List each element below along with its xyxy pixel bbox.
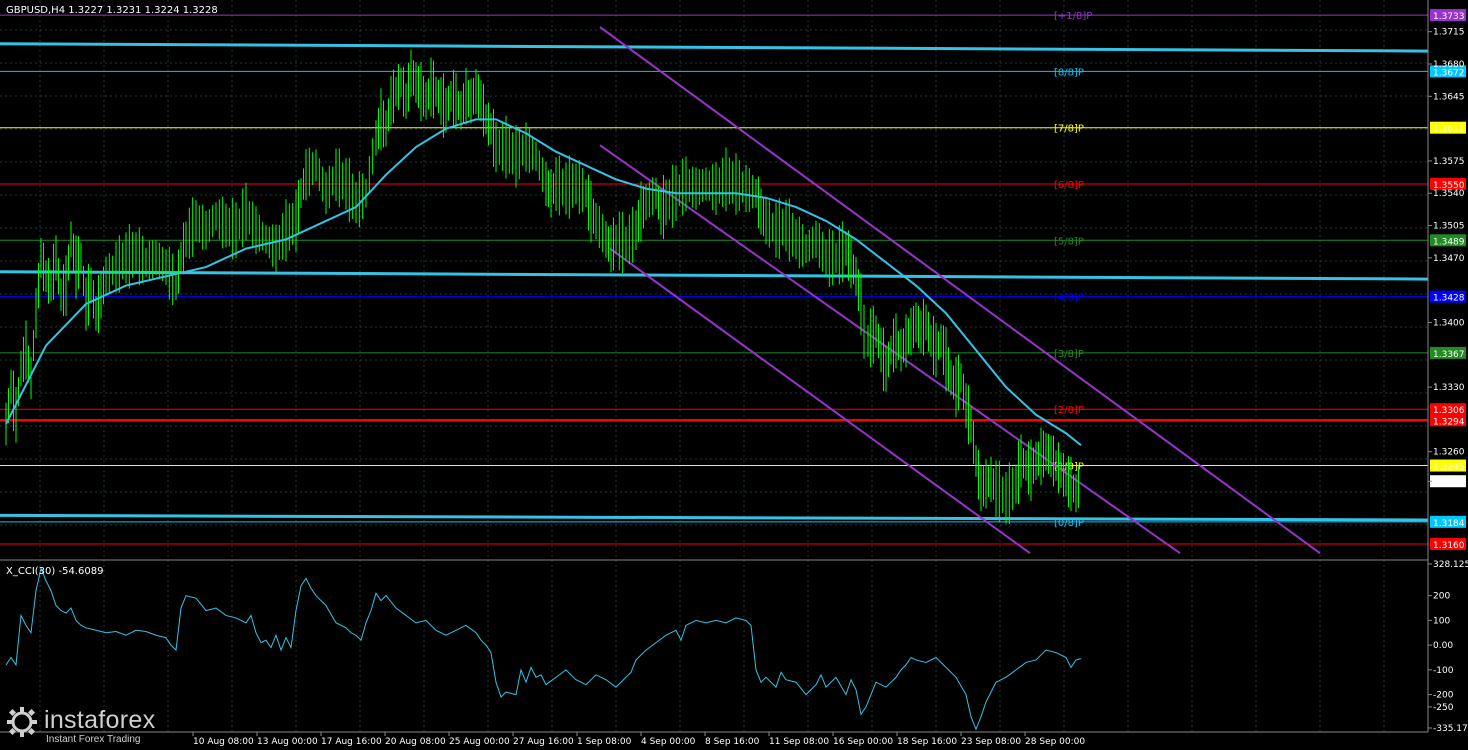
x-tick-label: 8 Sep 16:00	[705, 737, 760, 747]
x-tick-label: 11 Sep 08:00	[769, 737, 829, 747]
logo-tagline: Instant Forex Trading	[46, 734, 141, 745]
y-tick-label: 1.3715	[1433, 28, 1465, 38]
chart-background	[0, 0, 1468, 750]
cci-tick-label: -335.1766	[1433, 724, 1468, 734]
thick-red-tag-text: 1.3294	[1433, 417, 1465, 427]
chart-svg: [+1/8]P 1.3733[8/8]P 1.3672[7/8]P 1.3611[6/…	[0, 0, 1468, 750]
gear-logo-icon	[7, 707, 37, 737]
x-tick-label: 20 Aug 08:00	[385, 737, 446, 747]
y-tick-label: 1.3260	[1433, 448, 1465, 458]
level-tag-text: 1.3160	[1433, 541, 1465, 551]
cci-tick-label: -250	[1433, 703, 1454, 713]
cci-header: X_CCI(30) -54.6089	[6, 566, 103, 577]
cci-tick-label: 0.00	[1433, 641, 1453, 651]
x-tick-label: 27 Aug 16:00	[513, 737, 574, 747]
level-tag-text: 1.3245	[1433, 463, 1465, 473]
x-tick-label: 25 Aug 00:00	[449, 737, 510, 747]
y-tick-label: 1.3540	[1433, 189, 1465, 199]
level-label: [3/8]P	[1054, 349, 1084, 360]
y-tick-label: 1.3575	[1433, 157, 1465, 167]
level-tag-text: 1.3733	[1433, 12, 1465, 22]
x-tick-label: 23 Sep 08:00	[961, 737, 1021, 747]
cci-tick-label: -100	[1433, 666, 1454, 676]
y-tick-label: 1.3645	[1433, 92, 1465, 102]
level-tag-text: 1.3611	[1433, 125, 1465, 135]
y-tick-label: 1.3680	[1433, 60, 1465, 70]
level-label: [6/8]P	[1054, 180, 1084, 191]
cci-tick-label: 200	[1433, 592, 1450, 602]
x-tick-label: 16 Sep 00:00	[833, 737, 893, 747]
cci-tick-label: -200	[1433, 691, 1454, 701]
x-tick-label: 10 Aug 08:00	[193, 737, 254, 747]
cci-tick-label: 100	[1433, 616, 1450, 626]
level-label: [+1/8]P	[1054, 11, 1092, 22]
x-tick-label: 17 Aug 16:00	[321, 737, 382, 747]
level-tag-text: 1.3489	[1433, 237, 1465, 247]
cci-tick-label: 328.1258	[1433, 560, 1468, 570]
level-label: [8/8]P	[1054, 67, 1084, 78]
level-label: [2/8]P	[1054, 405, 1084, 416]
level-label: [4/8]P	[1054, 293, 1084, 304]
y-tick-label: 1.3400	[1433, 318, 1465, 328]
level-label: [5/8]P	[1054, 236, 1084, 247]
level-label: [7/8]P	[1054, 124, 1084, 135]
level-tag-text: 1.3184	[1433, 519, 1465, 529]
y-tick-label: 1.3228	[1433, 477, 1465, 487]
instaforex-logo: instaforex Instant Forex Trading	[4, 704, 182, 746]
y-tick-label: 1.3505	[1433, 222, 1465, 232]
x-tick-label: 28 Sep 00:00	[1025, 737, 1085, 747]
level-tag-text: 1.3367	[1433, 350, 1465, 360]
x-tick-label: 18 Sep 16:00	[897, 737, 957, 747]
y-tick-label: 1.3330	[1433, 383, 1465, 393]
level-tag-text: 1.3428	[1433, 294, 1465, 304]
logo-brand: instaforex	[44, 706, 156, 734]
symbol-header: GBPUSD,H4 1.3227 1.3231 1.3224 1.3228	[6, 5, 218, 16]
x-tick-label: 4 Sep 00:00	[641, 737, 696, 747]
y-tick-label: 1.3470	[1433, 254, 1465, 264]
x-tick-label: 1 Sep 08:00	[577, 737, 632, 747]
x-tick-label: 13 Aug 00:00	[257, 737, 318, 747]
